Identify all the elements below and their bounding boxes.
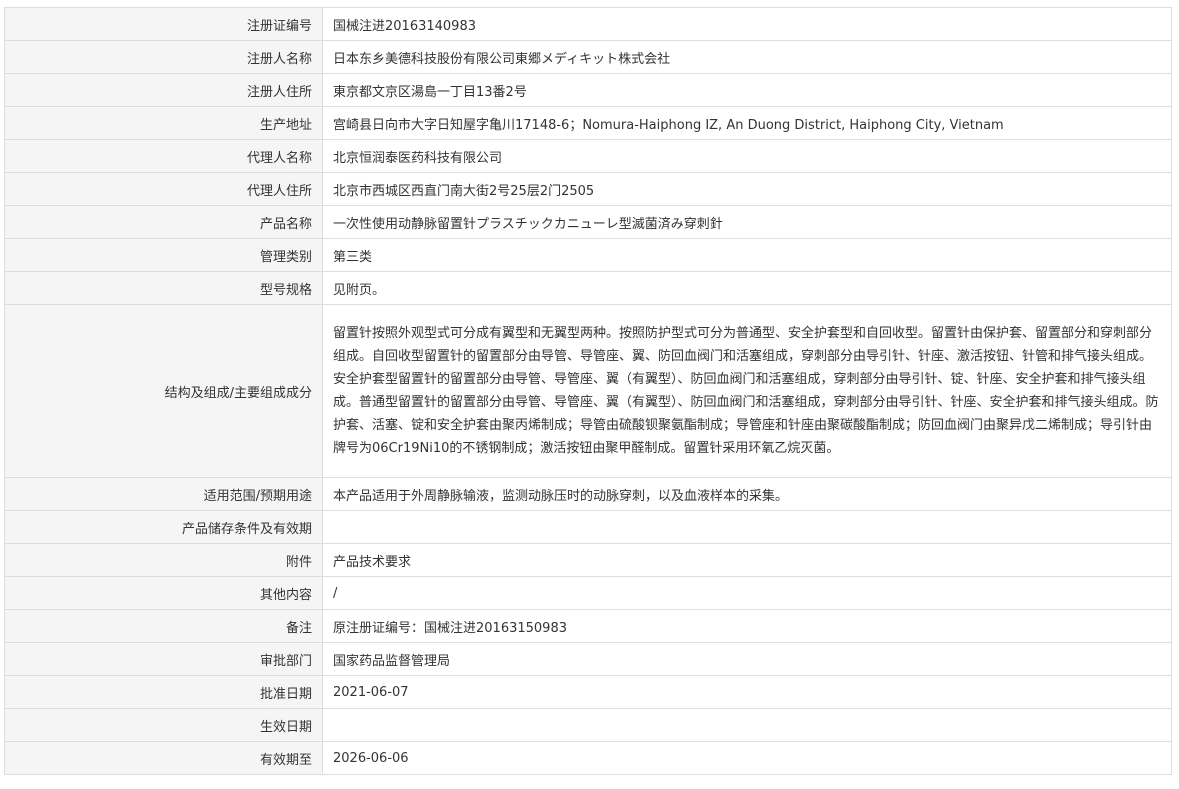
row-value: 国械注进20163140983	[322, 7, 1172, 41]
table-row: 管理类别 第三类	[4, 238, 1172, 272]
row-label: 注册人住所	[4, 73, 323, 107]
table-row: 产品储存条件及有效期	[4, 510, 1172, 544]
row-value	[322, 510, 1172, 544]
row-value: 宫崎县日向市大字日知屋字亀川17148-6；Nomura-Haiphong IZ…	[322, 106, 1172, 140]
row-value: 北京恒润泰医药科技有限公司	[322, 139, 1172, 173]
row-label: 型号规格	[4, 271, 323, 305]
row-value: 国家药品监督管理局	[322, 642, 1172, 676]
row-label: 代理人名称	[4, 139, 323, 173]
table-row: 生效日期	[4, 708, 1172, 742]
table-row: 批准日期 2021-06-07	[4, 675, 1172, 709]
table-row: 代理人名称 北京恒润泰医药科技有限公司	[4, 139, 1172, 173]
row-label: 批准日期	[4, 675, 323, 709]
table-row: 型号规格 见附页。	[4, 271, 1172, 305]
row-value: 東京都文京区湯島一丁目13番2号	[322, 73, 1172, 107]
row-label: 其他内容	[4, 576, 323, 610]
row-value: 留置针按照外观型式可分成有翼型和无翼型两种。按照防护型式可分为普通型、安全护套型…	[322, 304, 1172, 478]
registration-info-table: 注册证编号 国械注进20163140983 注册人名称 日本东乡美德科技股份有限…	[4, 7, 1172, 775]
table-row: 注册证编号 国械注进20163140983	[4, 7, 1172, 41]
row-label: 注册证编号	[4, 7, 323, 41]
table-row: 产品名称 一次性使用动静脉留置针プラスチックカニューレ型滅菌済み穿刺針	[4, 205, 1172, 239]
row-label: 生效日期	[4, 708, 323, 742]
table-row: 注册人名称 日本东乡美德科技股份有限公司東郷メディキット株式会社	[4, 40, 1172, 74]
row-label: 结构及组成/主要组成成分	[4, 304, 323, 478]
table-row: 审批部门 国家药品监督管理局	[4, 642, 1172, 676]
row-value: 见附页。	[322, 271, 1172, 305]
table-row: 有效期至 2026-06-06	[4, 741, 1172, 775]
row-label: 生产地址	[4, 106, 323, 140]
row-value: /	[322, 576, 1172, 610]
table-row: 备注 原注册证编号：国械注进20163150983	[4, 609, 1172, 643]
table-row: 附件 产品技术要求	[4, 543, 1172, 577]
table-row: 生产地址 宫崎县日向市大字日知屋字亀川17148-6；Nomura-Haipho…	[4, 106, 1172, 140]
row-value: 日本东乡美德科技股份有限公司東郷メディキット株式会社	[322, 40, 1172, 74]
row-value: 产品技术要求	[322, 543, 1172, 577]
row-value: 本产品适用于外周静脉输液，监测动脉压时的动脉穿刺，以及血液样本的采集。	[322, 477, 1172, 511]
row-label: 审批部门	[4, 642, 323, 676]
row-value: 原注册证编号：国械注进20163150983	[322, 609, 1172, 643]
table-row: 其他内容 /	[4, 576, 1172, 610]
row-label: 有效期至	[4, 741, 323, 775]
table-row: 注册人住所 東京都文京区湯島一丁目13番2号	[4, 73, 1172, 107]
row-label: 产品名称	[4, 205, 323, 239]
row-value: 一次性使用动静脉留置针プラスチックカニューレ型滅菌済み穿刺針	[322, 205, 1172, 239]
row-value: 第三类	[322, 238, 1172, 272]
row-value	[322, 708, 1172, 742]
row-label: 附件	[4, 543, 323, 577]
table-row: 适用范围/预期用途 本产品适用于外周静脉输液，监测动脉压时的动脉穿刺，以及血液样…	[4, 477, 1172, 511]
row-value: 2021-06-07	[322, 675, 1172, 709]
row-value: 北京市西城区西直门南大街2号25层2门2505	[322, 172, 1172, 206]
row-label: 适用范围/预期用途	[4, 477, 323, 511]
row-label: 备注	[4, 609, 323, 643]
table-row: 代理人住所 北京市西城区西直门南大街2号25层2门2505	[4, 172, 1172, 206]
row-label: 产品储存条件及有效期	[4, 510, 323, 544]
row-label: 注册人名称	[4, 40, 323, 74]
table-row: 结构及组成/主要组成成分 留置针按照外观型式可分成有翼型和无翼型两种。按照防护型…	[4, 304, 1172, 478]
row-value: 2026-06-06	[322, 741, 1172, 775]
registration-info-panel: 注册证编号 国械注进20163140983 注册人名称 日本东乡美德科技股份有限…	[4, 7, 1172, 775]
row-label: 管理类别	[4, 238, 323, 272]
row-label: 代理人住所	[4, 172, 323, 206]
